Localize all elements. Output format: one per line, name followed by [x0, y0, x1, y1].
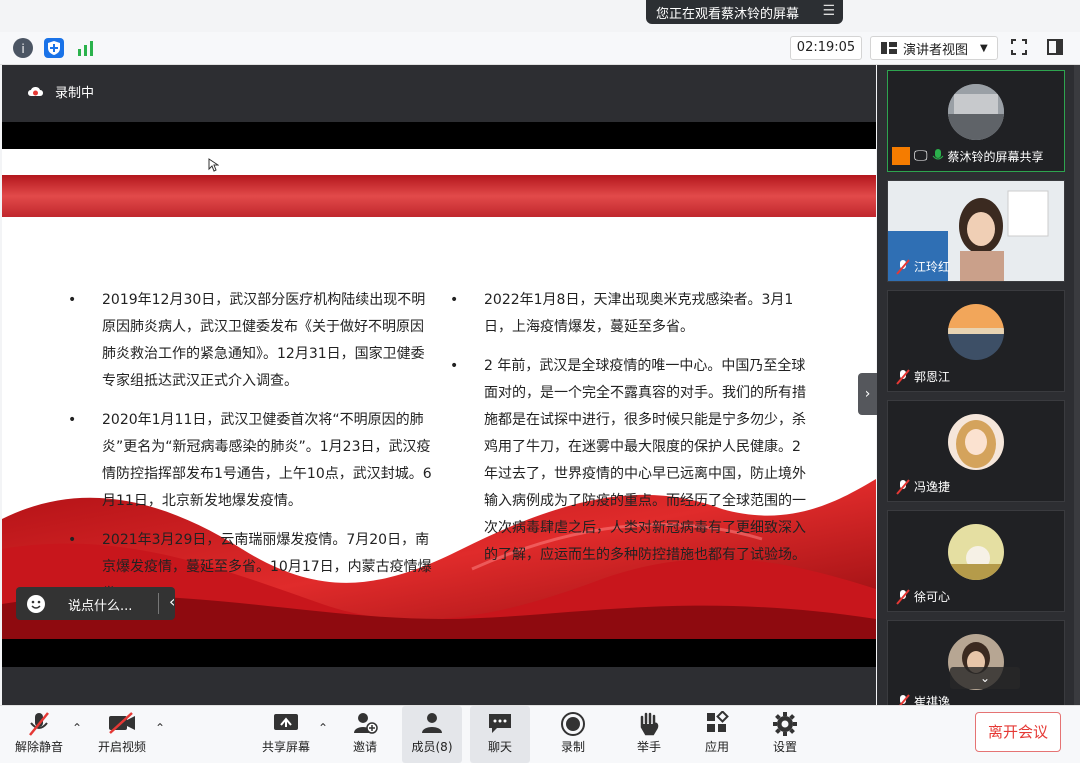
- info-icon[interactable]: i: [13, 38, 33, 58]
- avatar: [948, 84, 1004, 140]
- presentation-slide: • 2019年12月30日，武汉部分医疗机构陆续出现不明原因肺炎病人，武汉卫健委发…: [2, 149, 876, 639]
- right-column: • 2022年1月8日，天津出现奥米克戎感染者。3月1日，上海疫情爆发，蔓延至多省…: [450, 287, 809, 581]
- participant-name: 徐可心: [914, 590, 951, 604]
- participant-name: 蔡沐铃的屏幕共享: [947, 149, 1044, 164]
- list-item: • 2019年12月30日，武汉部分医疗机构陆续出现不明原因肺炎病人，武汉卫健委发…: [68, 292, 426, 389]
- avatar: [948, 414, 1004, 470]
- hand-icon: [640, 712, 659, 736]
- signal-icon[interactable]: [76, 38, 96, 58]
- screen-icon: 🖵: [914, 148, 928, 164]
- divider: [158, 593, 159, 614]
- gear-icon: [773, 712, 797, 736]
- video-tile[interactable]: 冯逸捷: [887, 400, 1065, 502]
- participants-panel: 🖵 蔡沐铃的屏幕共享 江玲红 郭恩江 冯逸捷 徐可心 ⌄ 崔祺逸: [877, 65, 1080, 707]
- chevron-up-icon[interactable]: ⌃: [72, 721, 82, 735]
- recording-bar: 录制中: [2, 65, 876, 122]
- list-item: • 2020年1月11日，武汉卫健委首次将“不明原因的肺炎”更名为“新冠病毒感染的…: [68, 412, 432, 509]
- host-icon: [892, 147, 910, 165]
- participant-name: 江玲红: [914, 260, 951, 274]
- video-tile[interactable]: 江玲红: [887, 180, 1065, 282]
- cloud-record-icon: [26, 84, 46, 102]
- video-tile[interactable]: 郭恩江: [887, 290, 1065, 392]
- chevron-up-icon[interactable]: ⌃: [318, 721, 328, 735]
- viewing-text: 您正在观看蔡沐铃的屏幕: [656, 6, 800, 22]
- meeting-timer: 02:19:05: [790, 36, 862, 60]
- share-screen-icon: [274, 714, 298, 730]
- mic-on-icon: [932, 149, 943, 160]
- unmute-button[interactable]: 解除静音: [8, 706, 70, 763]
- chat-placeholder[interactable]: 说点什么...: [68, 595, 132, 614]
- scroll-down-icon[interactable]: ⌄: [950, 667, 1020, 689]
- panel-toggle-button[interactable]: ›: [858, 373, 877, 415]
- svg-text:i: i: [21, 42, 24, 56]
- mic-muted-icon: [896, 258, 910, 275]
- participant-name: 冯逸捷: [914, 480, 951, 494]
- shield-icon[interactable]: [44, 38, 64, 58]
- video-tile-screen-share[interactable]: 🖵 蔡沐铃的屏幕共享: [887, 70, 1065, 172]
- camera-off-icon: [109, 712, 135, 734]
- slide-top-border: [2, 122, 876, 149]
- view-mode-dropdown[interactable]: 演讲者视图 ▼: [870, 36, 998, 60]
- viewing-banner[interactable]: 您正在观看蔡沐铃的屏幕 ☰: [646, 0, 843, 24]
- participant-name: 郭恩江: [914, 370, 951, 384]
- chat-icon: [489, 714, 511, 733]
- avatar: [948, 524, 1004, 580]
- share-screen-button[interactable]: 共享屏幕: [256, 706, 316, 763]
- apps-icon: [707, 711, 729, 732]
- video-tile[interactable]: 徐可心: [887, 510, 1065, 612]
- bottom-control-bar: 解除静音 ⌃ 开启视频 ⌃ 共享屏幕 ⌃ 邀请 成员(8) 聊天 录制 举手 应…: [0, 705, 1080, 763]
- cursor-icon: [207, 157, 220, 176]
- mic-muted-icon: [896, 478, 910, 495]
- settings-button[interactable]: 设置: [758, 706, 812, 763]
- sidebar-toggle-icon[interactable]: [1046, 38, 1064, 60]
- record-button[interactable]: 录制: [546, 706, 600, 763]
- fullscreen-icon[interactable]: [1010, 38, 1028, 60]
- record-icon: [561, 712, 585, 736]
- layout-icon: [881, 42, 897, 54]
- chevron-down-icon: ▼: [980, 42, 988, 54]
- leave-meeting-button[interactable]: 离开会议: [975, 712, 1061, 752]
- left-column: • 2019年12月30日，武汉部分医疗机构陆续出现不明原因肺炎病人，武汉卫健委发…: [68, 287, 432, 620]
- list-item: • 2022年1月8日，天津出现奥米克戎感染者。3月1日，上海疫情爆发，蔓延至多省…: [450, 292, 794, 335]
- apps-button[interactable]: 应用: [690, 706, 744, 763]
- slide-bottom-border: [2, 639, 876, 667]
- add-user-icon: [354, 713, 378, 734]
- members-icon: [422, 713, 442, 733]
- mic-muted-icon: [896, 588, 910, 605]
- mic-muted-icon: [896, 368, 910, 385]
- tile-label: 江玲红: [896, 258, 950, 275]
- chevron-up-icon[interactable]: ⌃: [155, 721, 165, 735]
- raise-hand-button[interactable]: 举手: [622, 706, 676, 763]
- recording-label: 录制中: [55, 86, 95, 101]
- emoji-icon[interactable]: [26, 594, 46, 618]
- start-video-button[interactable]: 开启视频: [90, 706, 154, 763]
- chat-button[interactable]: 聊天: [470, 706, 530, 763]
- invite-button[interactable]: 邀请: [340, 706, 390, 763]
- collapse-icon[interactable]: ‹: [169, 592, 175, 611]
- avatar: [948, 304, 1004, 360]
- list-item: • 2 年前，武汉是全球疫情的唯一中心。中国乃至全球面对的，是一个完全不露真容的对…: [450, 358, 806, 563]
- menu-icon[interactable]: ☰: [822, 3, 835, 19]
- view-mode-label: 演讲者视图: [903, 42, 969, 58]
- video-tile[interactable]: ⌄ 崔祺逸: [887, 620, 1065, 707]
- top-toolbar: i 02:19:05 演讲者视图 ▼: [0, 32, 1080, 65]
- mic-muted-icon: [29, 712, 49, 736]
- chat-input-pill[interactable]: 说点什么... ‹: [16, 587, 175, 620]
- members-button[interactable]: 成员(8): [402, 706, 462, 763]
- scrollbar[interactable]: [1074, 65, 1080, 705]
